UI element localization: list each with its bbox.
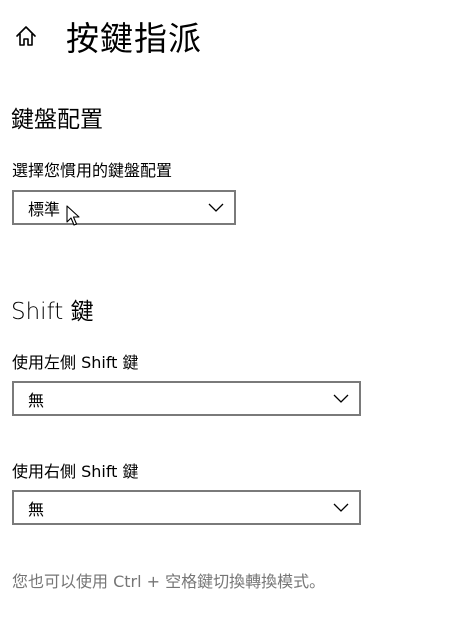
mouse-cursor-icon — [66, 205, 80, 227]
chevron-down-icon — [333, 503, 349, 513]
left-shift-label: 使用左側 Shift 鍵 — [12, 353, 139, 372]
keyboard-layout-dropdown[interactable]: 標準 — [12, 190, 236, 225]
left-shift-value: 無 — [28, 390, 45, 410]
shift-key-section-title: Shift 鍵 — [11, 299, 94, 325]
left-shift-dropdown[interactable]: 無 — [12, 381, 361, 416]
right-shift-dropdown[interactable]: 無 — [12, 490, 361, 525]
right-shift-value: 無 — [28, 499, 45, 519]
chevron-down-icon — [333, 394, 349, 404]
chevron-down-icon — [208, 203, 224, 213]
hint-text: 您也可以使用 Ctrl + 空格鍵切換轉換模式。 — [12, 572, 326, 591]
page-header: 按鍵指派 — [12, 12, 202, 60]
keyboard-layout-value: 標準 — [28, 199, 61, 219]
home-icon[interactable] — [12, 22, 40, 50]
keyboard-layout-label: 選擇您慣用的鍵盤配置 — [12, 161, 173, 180]
page-title: 按鍵指派 — [66, 19, 202, 58]
right-shift-label: 使用右側 Shift 鍵 — [12, 462, 139, 481]
keyboard-layout-section-title: 鍵盤配置 — [11, 107, 103, 133]
